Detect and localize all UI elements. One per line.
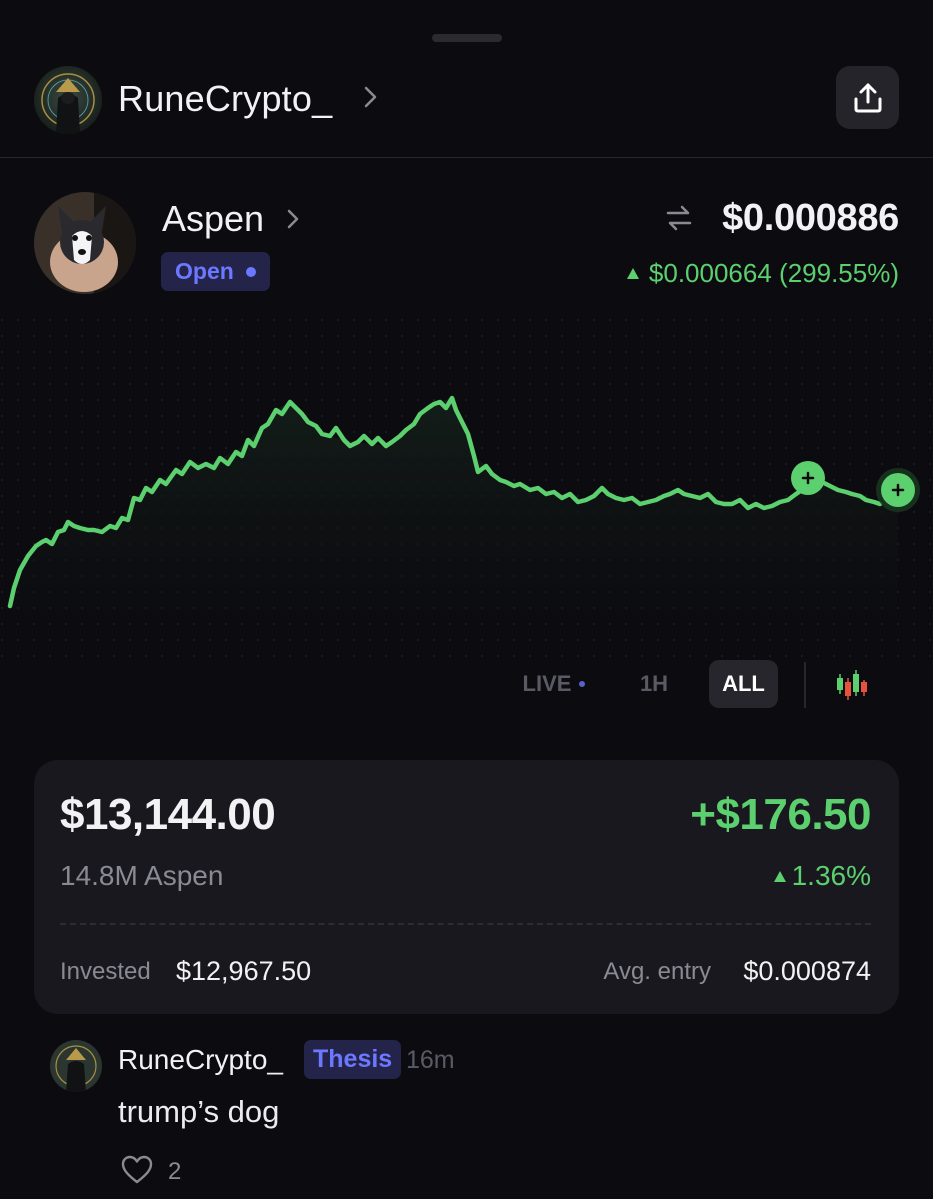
comment-timestamp: 16m bbox=[406, 1046, 455, 1074]
position-quantity: 14.8M Aspen bbox=[60, 860, 224, 891]
card-divider bbox=[60, 923, 871, 925]
divider bbox=[804, 662, 806, 708]
avg-entry-value: $0.000874 bbox=[743, 956, 871, 986]
buy-marker[interactable] bbox=[791, 461, 825, 495]
live-dot bbox=[579, 681, 586, 687]
status-dot bbox=[245, 266, 256, 277]
candlestick-chart-icon[interactable] bbox=[834, 668, 870, 702]
price-chart[interactable] bbox=[0, 318, 933, 658]
like-count: 2 bbox=[168, 1158, 182, 1185]
avg-entry-label: Avg. entry bbox=[603, 958, 711, 985]
tab-live[interactable]: LIVE bbox=[506, 660, 602, 708]
pnl-percent-value: 1.36% bbox=[791, 860, 871, 891]
share-button[interactable] bbox=[836, 66, 899, 129]
position-card: $13,144.00 +$176.50 14.8M Aspen 1.36% In… bbox=[34, 760, 899, 1014]
token-avatar[interactable] bbox=[34, 192, 136, 294]
status-label: Open bbox=[175, 258, 234, 284]
position-pnl: +$176.50 bbox=[690, 790, 871, 839]
timeframe-selector: LIVE 1H ALL bbox=[0, 660, 933, 714]
up-triangle-icon bbox=[626, 268, 639, 279]
tab-1h[interactable]: 1H bbox=[626, 660, 682, 708]
status-badge: Open bbox=[161, 252, 270, 291]
comment-avatar[interactable] bbox=[50, 1040, 102, 1092]
share-upload-icon bbox=[854, 83, 881, 112]
chevron-right-icon[interactable] bbox=[360, 82, 382, 112]
tab-live-label: LIVE bbox=[522, 671, 572, 696]
comment-author[interactable]: RuneCrypto_ bbox=[118, 1044, 283, 1076]
username[interactable]: RuneCrypto_ bbox=[118, 78, 332, 120]
token-price: $0.000886 bbox=[722, 197, 899, 239]
invested-label: Invested bbox=[60, 958, 151, 985]
price-change-value: $0.000664 (299.55%) bbox=[648, 258, 899, 288]
user-avatar[interactable] bbox=[34, 66, 102, 134]
thesis-badge: Thesis bbox=[304, 1040, 402, 1079]
swap-arrows-icon[interactable] bbox=[664, 203, 694, 233]
sheet-grabber[interactable] bbox=[432, 34, 502, 42]
chevron-right-icon[interactable] bbox=[284, 206, 302, 232]
invested-value: $12,967.50 bbox=[176, 956, 312, 986]
token-name[interactable]: Aspen bbox=[162, 198, 264, 240]
position-pnl-percent: 1.36% bbox=[773, 860, 871, 892]
up-triangle-icon bbox=[773, 870, 786, 882]
comment-text: trump’s dog bbox=[118, 1094, 280, 1129]
token-detail-sheet: RuneCrypto_ Aspen Open $0.000886 $0.0006… bbox=[0, 0, 933, 1199]
current-price-marker[interactable] bbox=[876, 468, 920, 512]
header: RuneCrypto_ bbox=[0, 60, 933, 158]
price-change: $0.000664 (299.55%) bbox=[626, 258, 899, 289]
heart-icon[interactable] bbox=[120, 1154, 154, 1186]
position-value: $13,144.00 bbox=[60, 790, 276, 839]
tab-all[interactable]: ALL bbox=[709, 660, 778, 708]
